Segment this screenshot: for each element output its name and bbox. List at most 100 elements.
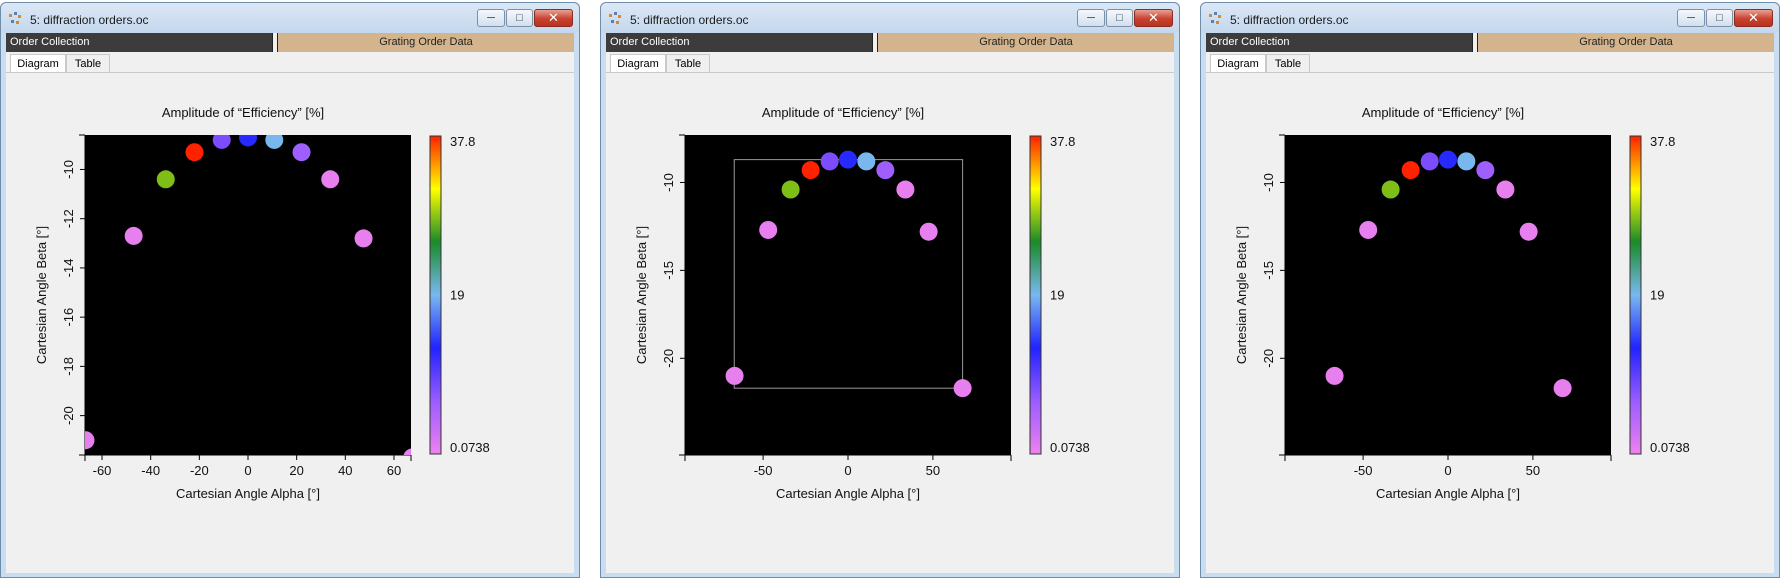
window-title: 5: diffraction orders.oc: [630, 13, 749, 27]
diagram-panel: Amplitude of “Efficiency” [%] -60 -40 -20 0 2…: [6, 72, 574, 573]
minimize-button[interactable]: ─: [477, 9, 505, 27]
nav-order-collection[interactable]: Order Collection: [6, 33, 272, 52]
close-button[interactable]: ✕: [534, 9, 573, 27]
x-axis-label: Cartesian Angle Alpha [°]: [776, 486, 920, 501]
window-3: 5: diffraction orders.oc ─ □ ✕ Order Col…: [1200, 2, 1780, 578]
data-point: [919, 222, 938, 241]
data-point: [801, 161, 820, 180]
scatter-chart[interactable]: Amplitude of “Efficiency” [%] -50 0 50 -10 -1…: [606, 73, 1174, 573]
x-tick-label: 0: [244, 463, 251, 478]
maximize-icon: □: [1116, 12, 1123, 24]
y-tick-label: -10: [1261, 173, 1276, 192]
nav-grating-order-data[interactable]: Grating Order Data: [278, 33, 574, 52]
y-tick-label: -20: [661, 349, 676, 368]
window-content: Order Collection Grating Order Data Diag…: [6, 33, 574, 573]
data-point: [1439, 150, 1457, 169]
y-tick-label: -20: [1261, 349, 1276, 368]
nav-order-collection[interactable]: Order Collection: [606, 33, 872, 52]
minimize-button[interactable]: ─: [1677, 9, 1705, 27]
tab-table[interactable]: Table: [66, 54, 110, 72]
data-point: [354, 229, 373, 248]
data-point: [403, 448, 411, 455]
colorbar-min-label: 0.0738: [1050, 440, 1090, 455]
x-tick-label: -40: [141, 463, 160, 478]
app-icon: [609, 12, 621, 24]
window-1: 5: diffraction orders.oc ─ □ ✕ Order Col…: [0, 2, 580, 578]
x-tick-label: 40: [338, 463, 352, 478]
data-point: [321, 170, 340, 189]
x-axis-label: Cartesian Angle Alpha [°]: [176, 486, 320, 501]
minimize-icon: ─: [487, 12, 495, 24]
x-tick-label: 20: [289, 463, 303, 478]
scatter-chart[interactable]: Amplitude of “Efficiency” [%] -50 0 50 -10 -1…: [1206, 73, 1774, 573]
nav-grating-order-data[interactable]: Grating Order Data: [1478, 33, 1774, 52]
tab-diagram[interactable]: Diagram: [1210, 54, 1266, 73]
data-point: [1420, 152, 1439, 171]
maximize-button[interactable]: □: [1706, 9, 1733, 27]
nav-order-collection[interactable]: Order Collection: [1206, 33, 1472, 52]
colorbar-max-label: 37.8: [450, 134, 475, 149]
maximize-button[interactable]: □: [1106, 9, 1133, 27]
x-axis-label: Cartesian Angle Alpha [°]: [1376, 486, 1520, 501]
colorbar: [1629, 135, 1642, 455]
data-point: [1496, 180, 1515, 199]
nav-bar: Order Collection Grating Order Data: [606, 33, 1174, 52]
tab-table[interactable]: Table: [666, 54, 710, 72]
window-title: 5: diffraction orders.oc: [30, 13, 149, 27]
y-tick-label: -10: [661, 173, 676, 192]
close-button[interactable]: ✕: [1134, 9, 1173, 27]
colorbar: [429, 135, 442, 455]
colorbar-mid-label: 19: [1050, 287, 1064, 302]
data-point: [212, 135, 231, 149]
data-point: [839, 150, 857, 169]
y-tick-label: -14: [61, 259, 76, 278]
y-tick-label: -15: [661, 261, 676, 280]
close-icon: ✕: [1748, 10, 1759, 25]
nav-grating-order-data[interactable]: Grating Order Data: [878, 33, 1174, 52]
data-point: [1401, 161, 1420, 180]
title-bar[interactable]: 5: diffraction orders.oc ─ □ ✕: [1201, 3, 1779, 33]
title-bar[interactable]: 5: diffraction orders.oc ─ □ ✕: [601, 3, 1179, 33]
data-point: [820, 152, 839, 171]
y-tick-label: -16: [61, 308, 76, 327]
tab-diagram[interactable]: Diagram: [610, 54, 666, 73]
close-icon: ✕: [548, 10, 559, 25]
colorbar-max-label: 37.8: [1650, 134, 1675, 149]
window-content: Order Collection Grating Order Data Diag…: [1206, 33, 1774, 573]
maximize-button[interactable]: □: [506, 9, 533, 27]
data-point: [896, 180, 915, 199]
data-point: [953, 379, 972, 398]
diagram-panel: Amplitude of “Efficiency” [%] -50 0 50 -10 -1…: [606, 72, 1174, 573]
chart-title: Amplitude of “Efficiency” [%]: [1362, 105, 1524, 120]
data-point: [1381, 180, 1400, 199]
minimize-button[interactable]: ─: [1077, 9, 1105, 27]
scatter-chart[interactable]: Amplitude of “Efficiency” [%] -60 -40 -20 0 2…: [6, 73, 574, 573]
y-tick-label: -12: [61, 209, 76, 228]
x-tick-label: 50: [926, 463, 940, 478]
window-2: 5: diffraction orders.oc ─ □ ✕ Order Col…: [600, 2, 1180, 578]
data-point: [725, 366, 744, 385]
x-tick-label: -20: [190, 463, 209, 478]
colorbar-mid-label: 19: [1650, 287, 1664, 302]
tab-diagram[interactable]: Diagram: [10, 54, 66, 73]
y-tick-label: -10: [61, 160, 76, 179]
data-point: [1519, 222, 1538, 241]
tab-table[interactable]: Table: [1266, 54, 1310, 72]
x-tick-label: -60: [93, 463, 112, 478]
data-point: [759, 220, 778, 239]
maximize-icon: □: [1716, 12, 1723, 24]
y-axis-label: Cartesian Angle Beta [°]: [1234, 226, 1249, 364]
data-point: [124, 226, 143, 245]
close-button[interactable]: ✕: [1734, 9, 1773, 27]
y-axis-label: Cartesian Angle Beta [°]: [634, 226, 649, 364]
title-bar[interactable]: 5: diffraction orders.oc ─ □ ✕: [1, 3, 579, 33]
chart-title: Amplitude of “Efficiency” [%]: [762, 105, 924, 120]
app-icon: [1209, 12, 1221, 24]
x-tick-label: -50: [1354, 463, 1373, 478]
colorbar-min-label: 0.0738: [1650, 440, 1690, 455]
data-point: [292, 143, 311, 162]
data-point: [781, 180, 800, 199]
close-icon: ✕: [1148, 10, 1159, 25]
colorbar-min-label: 0.0738: [450, 440, 490, 455]
data-point: [1476, 161, 1495, 180]
